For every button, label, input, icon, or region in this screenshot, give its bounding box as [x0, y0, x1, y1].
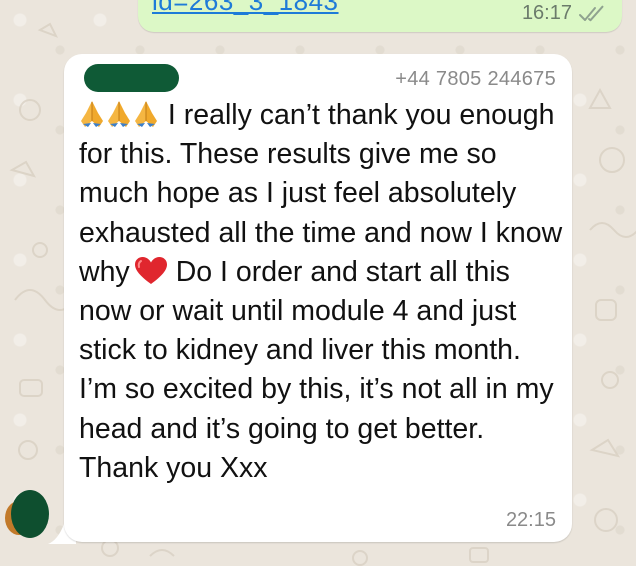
folded-hands-emoji — [81, 101, 103, 127]
outgoing-message-meta: 16:17 — [522, 2, 608, 25]
double-check-icon — [579, 5, 604, 21]
red-heart-emoji — [134, 256, 167, 284]
sender-name — [84, 64, 85, 65]
folded-hands-emoji — [108, 101, 130, 127]
message-text: I really can’t thank you enough for this… — [79, 96, 565, 488]
sender-name-redacted[interactable] — [84, 64, 179, 92]
sender-phone[interactable]: +44 7805 244675 — [395, 68, 556, 91]
folded-hands-emoji — [135, 101, 157, 127]
message-link[interactable]: id=263_3_1843 — [152, 0, 339, 17]
incoming-message-time: 22:15 — [505, 509, 556, 531]
outgoing-message-bubble: id=263_3_1843 16:17 — [138, 0, 622, 32]
message-text-part2: Do I order and start all this now or wai… — [79, 255, 554, 484]
outgoing-message-time: 16:17 — [521, 2, 572, 24]
sender-avatar[interactable] — [3, 488, 49, 540]
incoming-message-bubble: +44 7805 244675 I really can’t thank you… — [64, 54, 572, 542]
